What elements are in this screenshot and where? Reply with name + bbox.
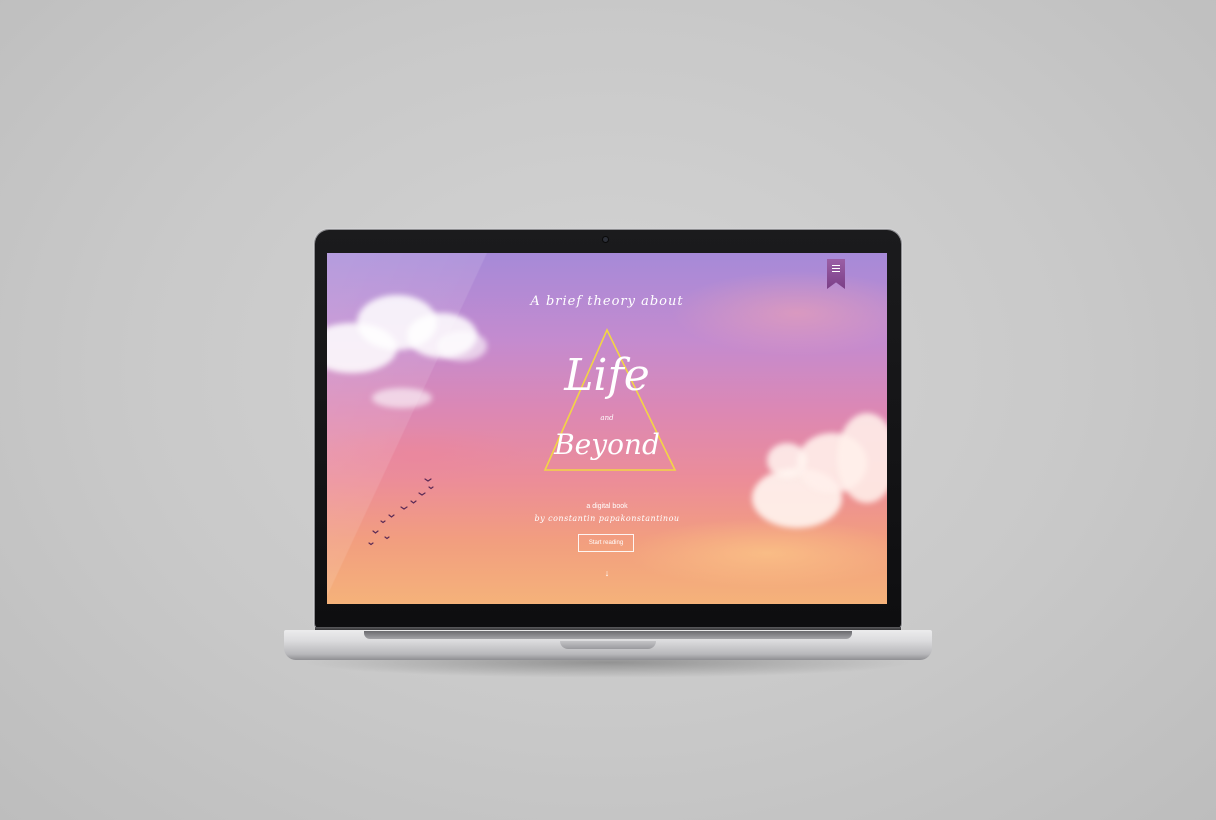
hero-tagline: a digital book bbox=[586, 503, 628, 510]
keyboard-edge bbox=[364, 631, 852, 639]
hero-title-beyond: Beyond bbox=[554, 428, 660, 461]
hero-title-and: and bbox=[600, 414, 614, 422]
laptop-lid: A brief theory about Life and Beyond a d… bbox=[315, 230, 901, 628]
hero-title-life: Life bbox=[564, 350, 650, 401]
laptop-base bbox=[284, 630, 932, 660]
laptop-screen: A brief theory about Life and Beyond a d… bbox=[327, 253, 887, 604]
start-reading-button[interactable]: Start reading bbox=[578, 534, 634, 552]
birds-illustration bbox=[368, 478, 434, 546]
lid-notch bbox=[560, 641, 656, 649]
camera bbox=[603, 237, 608, 242]
scroll-down-icon[interactable]: ↓ bbox=[327, 569, 887, 578]
hero-subtitle: A brief theory about bbox=[530, 294, 684, 309]
hero-author: by constantin papakonstantinou bbox=[534, 514, 680, 523]
